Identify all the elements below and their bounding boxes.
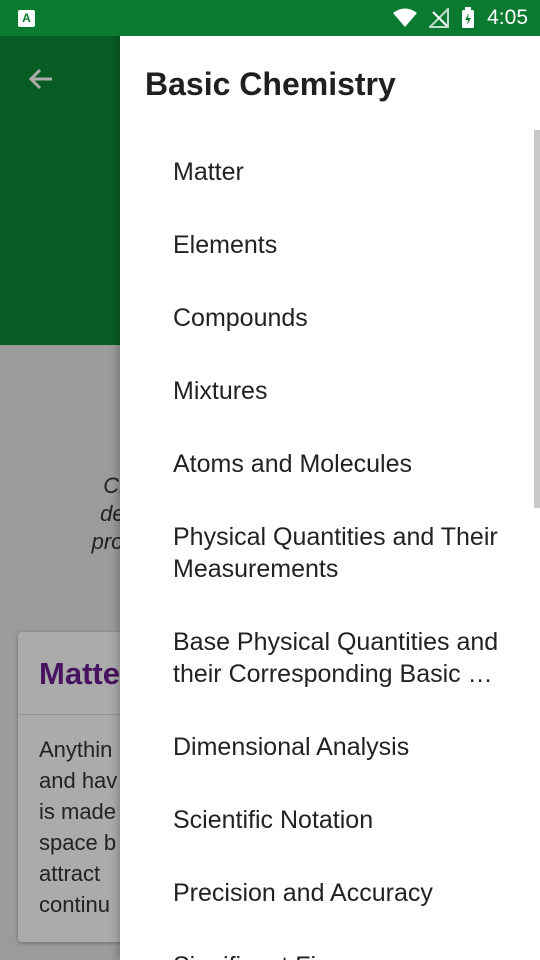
- drawer-item-label: Mixtures: [173, 376, 268, 405]
- app-notification-icon: A: [18, 10, 35, 27]
- drawer-item[interactable]: Mixtures: [120, 354, 540, 427]
- drawer-item[interactable]: Base Physical Quantities and their Corre…: [120, 605, 540, 710]
- drawer-item-label: Dimensional Analysis: [173, 732, 410, 761]
- drawer-item-label: Compounds: [173, 303, 308, 332]
- status-bar: A 4:05: [0, 0, 540, 36]
- drawer-item-label: Precision and Accuracy: [173, 878, 433, 907]
- drawer-item[interactable]: Compounds: [120, 281, 540, 354]
- drawer-scrollbar[interactable]: [534, 130, 540, 508]
- drawer-item[interactable]: Matter: [120, 135, 540, 208]
- drawer-item[interactable]: Significant Figures: [120, 929, 540, 960]
- drawer-item[interactable]: Physical Quantities and Their Measuremen…: [120, 500, 540, 605]
- status-icons: 4:05: [393, 0, 528, 36]
- drawer-title: Basic Chemistry: [145, 66, 396, 102]
- drawer-item[interactable]: Elements: [120, 208, 540, 281]
- drawer-item[interactable]: Atoms and Molecules: [120, 427, 540, 500]
- wifi-icon: [393, 8, 418, 27]
- drawer-item[interactable]: Scientific Notation: [120, 783, 540, 856]
- drawer-list: Matter Elements Compounds Mixtures Atoms…: [120, 135, 540, 960]
- drawer-item[interactable]: Dimensional Analysis: [120, 710, 540, 783]
- navigation-drawer: Basic Chemistry Matter Elements Compound…: [120, 36, 540, 960]
- no-signal-icon: [429, 8, 450, 28]
- battery-charging-icon: [462, 7, 475, 28]
- drawer-item-label: Physical Quantities and Their Measuremen…: [173, 522, 498, 583]
- clock: 4:05: [487, 6, 528, 29]
- drawer-item-label: Elements: [173, 230, 278, 259]
- drawer-item-label: Base Physical Quantities and their Corre…: [173, 627, 499, 688]
- drawer-item-label: Atoms and Molecules: [173, 449, 413, 478]
- drawer-item[interactable]: Precision and Accuracy: [120, 856, 540, 929]
- drawer-item-label: Significant Figures: [173, 950, 379, 960]
- drawer-item-label: Scientific Notation: [173, 805, 374, 834]
- drawer-item-label: Matter: [173, 157, 244, 186]
